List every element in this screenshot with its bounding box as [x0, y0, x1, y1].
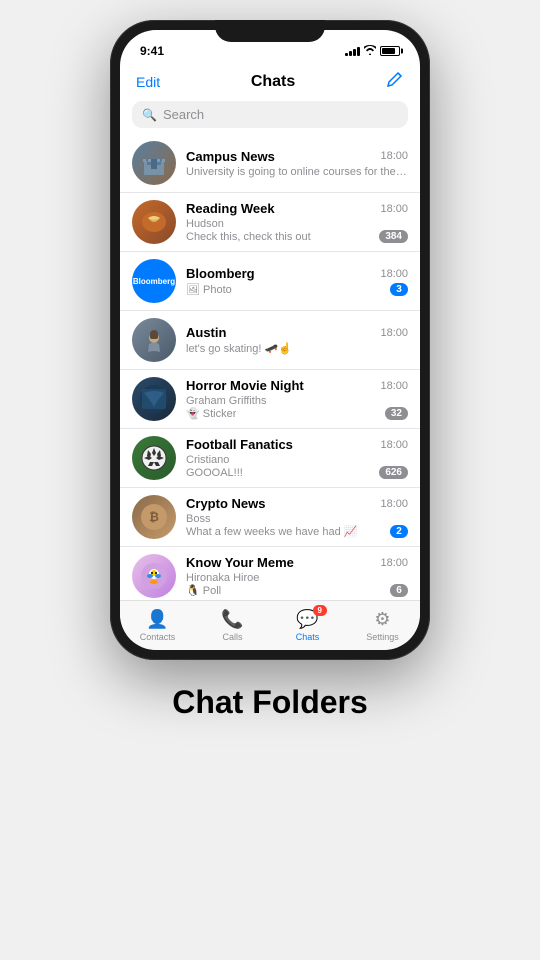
chat-content-bloomberg: Bloomberg 18:00 🖼 Photo 3	[186, 266, 408, 296]
chat-item-austin[interactable]: Austin 18:00 let's go skating! 🛹☝	[120, 311, 420, 370]
chat-time-crypto-news: 18:00	[380, 498, 408, 510]
chat-content-crypto-news: Crypto News 18:00 BossWhat a few weeks we …	[186, 496, 408, 538]
tab-contacts[interactable]: 👤 Contacts	[120, 601, 195, 646]
chat-time-austin: 18:00	[380, 327, 408, 339]
chat-preview-reading-week: Check this, check this out	[186, 231, 311, 243]
page-title: Chat Folders	[172, 684, 368, 721]
chat-list: Campus News 18:00 University is going to o…	[120, 134, 420, 600]
settings-tab-label: Settings	[366, 632, 399, 642]
chat-time-football-fanatics: 18:00	[380, 439, 408, 451]
chat-time-reading-week: 18:00	[380, 203, 408, 215]
chat-name-know-your-meme: Know Your Meme	[186, 555, 294, 570]
avatar-campus-news	[132, 141, 176, 185]
chat-name-austin: Austin	[186, 325, 226, 340]
search-placeholder: Search	[163, 107, 204, 122]
chat-sender-crypto-news: Boss	[186, 513, 408, 525]
chat-content-reading-week: Reading Week 18:00 HudsonCheck this, check…	[186, 201, 408, 243]
calls-tab-label: Calls	[222, 632, 242, 642]
chat-time-horror-movie-night: 18:00	[380, 380, 408, 392]
chat-preview-austin: let's go skating! 🛹☝	[186, 342, 292, 355]
avatar-reading-week	[132, 200, 176, 244]
chat-badge-know-your-meme: 6	[390, 584, 408, 597]
avatar-bloomberg: Bloomberg	[132, 259, 176, 303]
avatar-austin	[132, 318, 176, 362]
chat-content-know-your-meme: Know Your Meme 18:00 Hironaka Hiroe🐧 Poll 6	[186, 555, 408, 597]
avatar-horror-movie-night	[132, 377, 176, 421]
tab-calls[interactable]: 📞 Calls	[195, 601, 270, 646]
chat-preview-crypto-news: What a few weeks we have had 📈	[186, 525, 357, 538]
signal-bars-icon	[345, 46, 360, 56]
chat-preview-know-your-meme: 🐧 Poll	[186, 584, 221, 597]
avatar-crypto-news: ₿	[132, 495, 176, 539]
chat-sender-know-your-meme: Hironaka Hiroe	[186, 572, 408, 584]
tab-bar: 👤 Contacts 📞 Calls 💬9 Chats ⚙ Settings	[120, 600, 420, 650]
chat-preview-bloomberg: 🖼 Photo	[186, 283, 232, 296]
contacts-tab-label: Contacts	[140, 632, 176, 642]
chat-name-reading-week: Reading Week	[186, 201, 275, 216]
status-time: 9:41	[140, 44, 164, 58]
settings-tab-icon: ⚙	[374, 609, 390, 630]
chat-name-crypto-news: Crypto News	[186, 496, 265, 511]
calls-tab-icon: 📞	[221, 609, 243, 630]
chat-name-bloomberg: Bloomberg	[186, 266, 255, 281]
chat-item-crypto-news[interactable]: ₿ Crypto News 18:00 BossWhat a few weeks w…	[120, 488, 420, 547]
chat-sender-football-fanatics: Cristiano	[186, 454, 408, 466]
contacts-tab-icon: 👤	[146, 609, 168, 630]
chat-item-bloomberg[interactable]: Bloomberg Bloomberg 18:00 🖼 Photo 3	[120, 252, 420, 311]
chat-item-campus-news[interactable]: Campus News 18:00 University is going to o…	[120, 134, 420, 193]
chat-badge-crypto-news: 2	[390, 525, 408, 538]
chats-tab-label: Chats	[296, 632, 320, 642]
chat-badge-reading-week: 384	[379, 230, 408, 243]
svg-text:₿: ₿	[149, 510, 159, 524]
edit-button[interactable]: Edit	[136, 74, 160, 90]
phone-shell: 9:41	[110, 20, 430, 660]
tab-settings[interactable]: ⚙ Settings	[345, 601, 420, 646]
chat-time-bloomberg: 18:00	[380, 268, 408, 280]
chat-preview-football-fanatics: GOOOAL!!!	[186, 467, 243, 479]
chats-tab-icon: 💬9	[296, 609, 318, 630]
app-header: Edit Chats	[120, 66, 420, 101]
search-bar[interactable]: 🔍 Search	[132, 101, 408, 128]
chat-item-reading-week[interactable]: Reading Week 18:00 HudsonCheck this, check…	[120, 193, 420, 252]
compose-button[interactable]	[386, 70, 404, 93]
chat-sender-horror-movie-night: Graham Griffiths	[186, 395, 408, 407]
avatar-know-your-meme	[132, 554, 176, 598]
chat-content-horror-movie-night: Horror Movie Night 18:00 Graham Griffiths👻…	[186, 378, 408, 420]
chat-badge-bloomberg: 3	[390, 283, 408, 296]
chat-name-horror-movie-night: Horror Movie Night	[186, 378, 304, 393]
header-title: Chats	[251, 73, 295, 91]
chat-time-campus-news: 18:00	[380, 150, 408, 162]
chat-content-campus-news: Campus News 18:00 University is going to o…	[186, 149, 408, 178]
chat-preview-campus-news: University is going to online courses fo…	[186, 166, 408, 178]
avatar-football-fanatics	[132, 436, 176, 480]
chat-item-horror-movie-night[interactable]: Horror Movie Night 18:00 Graham Griffiths👻…	[120, 370, 420, 429]
tab-chats[interactable]: 💬9 Chats	[270, 601, 345, 646]
battery-icon	[380, 46, 400, 56]
chat-name-football-fanatics: Football Fanatics	[186, 437, 293, 452]
search-icon: 🔍	[142, 108, 157, 122]
chat-name-campus-news: Campus News	[186, 149, 275, 164]
wifi-icon	[364, 45, 376, 58]
chat-item-know-your-meme[interactable]: Know Your Meme 18:00 Hironaka Hiroe🐧 Poll 6	[120, 547, 420, 600]
status-icons	[345, 45, 400, 58]
chats-tab-badge: 9	[313, 605, 327, 616]
chat-item-football-fanatics[interactable]: Football Fanatics 18:00 CristianoGOOOAL!!!…	[120, 429, 420, 488]
chat-badge-football-fanatics: 626	[379, 466, 408, 479]
chat-content-austin: Austin 18:00 let's go skating! 🛹☝	[186, 325, 408, 355]
phone-screen: 9:41	[120, 30, 420, 650]
chat-time-know-your-meme: 18:00	[380, 557, 408, 569]
chat-content-football-fanatics: Football Fanatics 18:00 CristianoGOOOAL!!!…	[186, 437, 408, 479]
chat-preview-horror-movie-night: 👻 Sticker	[186, 407, 236, 420]
notch	[215, 20, 325, 42]
chat-sender-reading-week: Hudson	[186, 218, 408, 230]
chat-badge-horror-movie-night: 32	[385, 407, 408, 420]
